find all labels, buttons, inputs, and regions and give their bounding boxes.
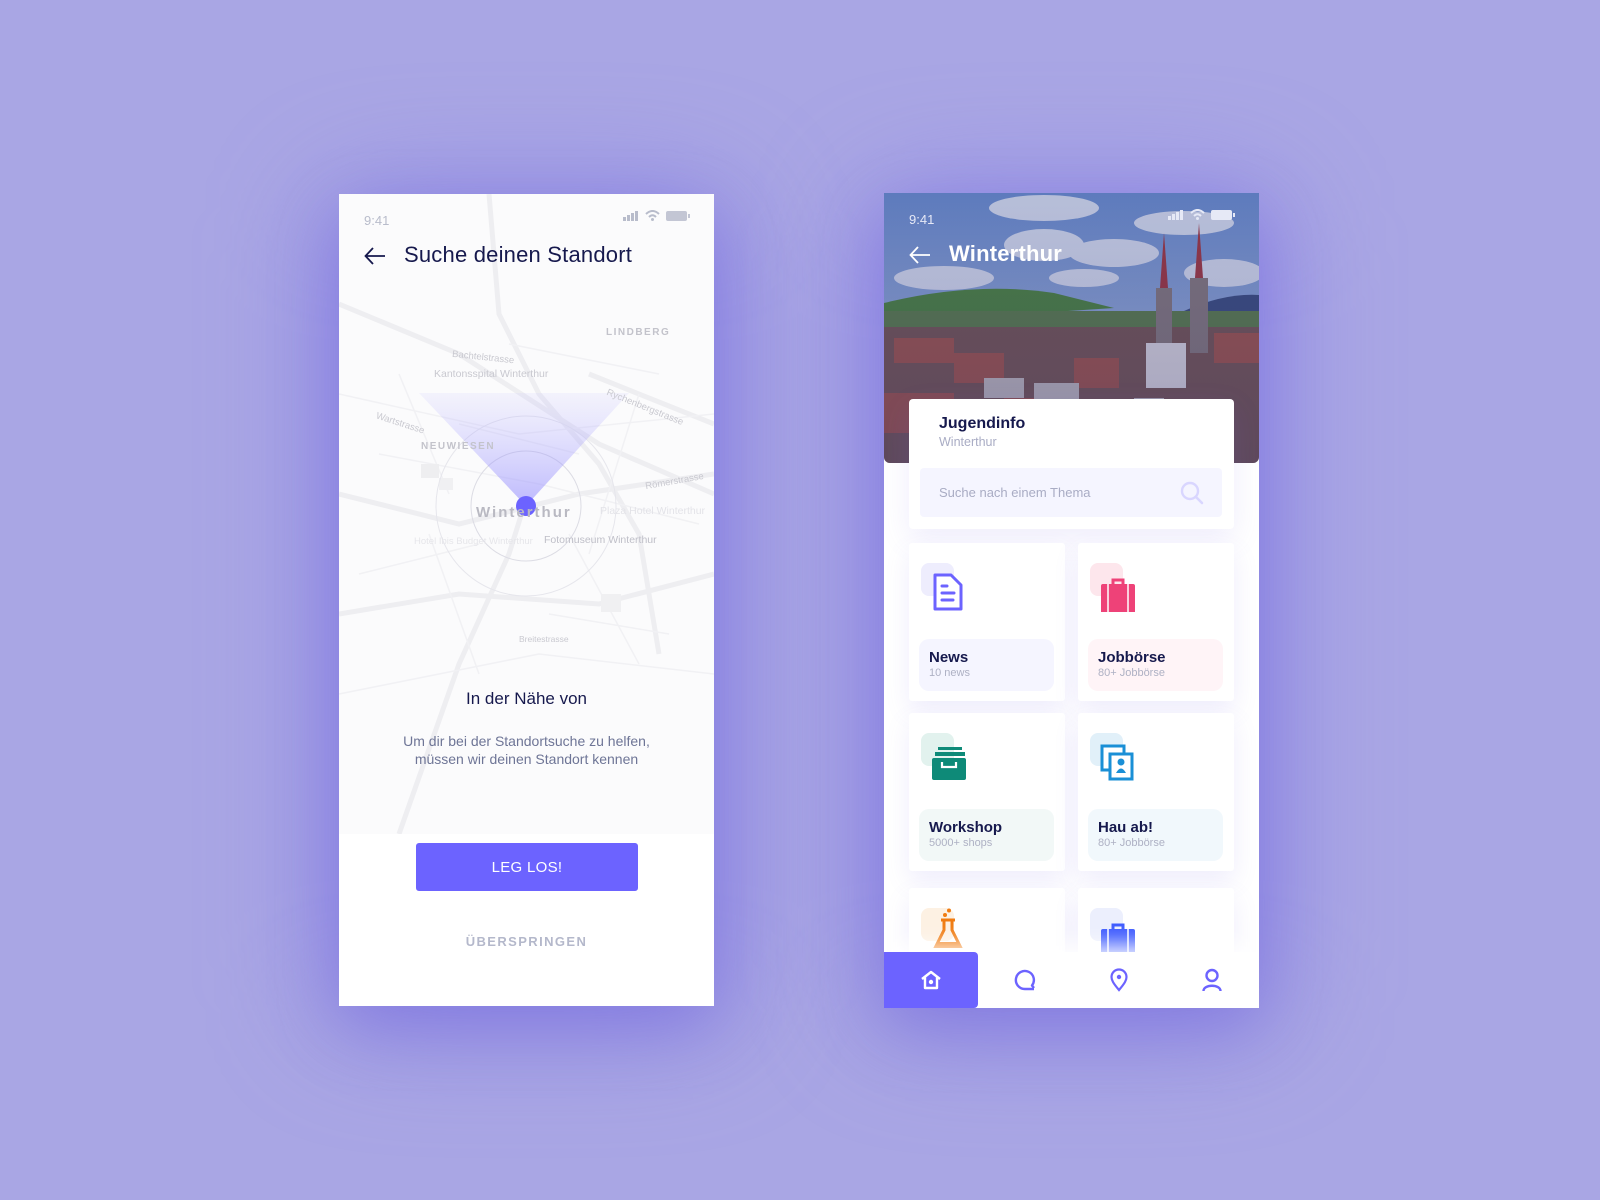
tile-label: Hau ab! 80+ Jobbörse <box>1088 809 1223 861</box>
tile-label: Jobbörse 80+ Jobbörse <box>1088 639 1223 691</box>
home-icon <box>921 970 941 990</box>
nav-chat[interactable] <box>978 952 1072 1008</box>
signal-icon <box>1168 209 1183 220</box>
tile-title: News <box>929 649 969 666</box>
search-field[interactable] <box>920 468 1222 517</box>
map-label: Plaza Hotel Winterthur <box>600 505 706 517</box>
archive-box-icon <box>932 747 966 780</box>
tile-subtitle: 10 news <box>929 667 970 679</box>
nav-profile[interactable] <box>1165 952 1259 1008</box>
wifi-icon <box>1190 209 1205 220</box>
skip-link[interactable]: ÜBERSPRINGEN <box>339 934 714 949</box>
description: Um dir bei der Standortsuche zu helfen, … <box>339 732 714 768</box>
briefcase-icon <box>1101 923 1135 957</box>
tile-jobboerse[interactable]: Jobbörse 80+ Jobbörse <box>1078 543 1234 701</box>
tile-news[interactable]: News 10 news <box>909 543 1065 701</box>
search-input[interactable] <box>920 468 1170 517</box>
back-arrow-icon[interactable] <box>908 243 932 267</box>
chat-icon <box>1014 969 1035 991</box>
start-button[interactable]: LEG LOS! <box>416 843 638 891</box>
tile-hau-ab[interactable]: Hau ab! 80+ Jobbörse <box>1078 713 1234 871</box>
search-icon[interactable] <box>1180 481 1204 505</box>
info-card: Jugendinfo Winterthur <box>909 399 1234 529</box>
tile-title: Workshop <box>929 819 1003 836</box>
nav-location[interactable] <box>1072 952 1166 1008</box>
tile-label: News 10 news <box>919 639 1054 691</box>
tile-subtitle: 80+ Jobbörse <box>1098 667 1165 679</box>
tile-subtitle: 5000+ shops <box>929 837 993 849</box>
briefcase-icon <box>1101 578 1135 612</box>
status-time: 9:41 <box>364 213 390 228</box>
nav-home[interactable] <box>884 952 978 1008</box>
tile-workshop[interactable]: Workshop 5000+ shops <box>909 713 1065 871</box>
battery-icon <box>1211 209 1235 220</box>
map-label: Fotomuseum Winterthur <box>544 534 657 546</box>
location-pin-icon <box>1109 968 1128 992</box>
info-card-title: Jugendinfo <box>939 415 1026 432</box>
map-label: Hotel Ibis Budget Winterthur <box>414 536 533 547</box>
document-icon <box>933 573 963 611</box>
tile-label: Workshop 5000+ shops <box>919 809 1054 861</box>
map-label: Winterthur <box>476 504 572 521</box>
section-heading: In der Nähe von <box>466 689 587 708</box>
signal-icon <box>623 210 638 221</box>
map-label: LINDBERG <box>606 327 671 338</box>
battery-icon <box>666 210 690 221</box>
bottom-navigation <box>884 952 1259 1008</box>
location-screen: LINDBERG Bachtelstrasse Kantonsspital Wi… <box>339 194 714 1006</box>
tile-title: Hau ab! <box>1098 819 1154 836</box>
user-icon <box>1202 968 1222 992</box>
tile-title: Jobbörse <box>1098 649 1166 666</box>
page-title: Winterthur <box>949 241 1063 266</box>
map-label: Kantonsspital Winterthur <box>434 368 549 380</box>
flask-icon <box>933 908 963 948</box>
map-label: Breitestrasse <box>519 634 569 644</box>
wifi-icon <box>645 210 660 221</box>
back-arrow-icon[interactable] <box>363 244 387 268</box>
home-screen: 9:41 Winterthur Jugendinfo Winterthur Ne… <box>884 193 1259 1008</box>
info-card-subtitle: Winterthur <box>939 435 997 449</box>
map-label: NEUWIESEN <box>421 441 496 452</box>
photo-id-icon <box>1100 744 1134 781</box>
description-line: Um dir bei der Standortsuche zu helfen, <box>403 733 650 749</box>
tile-subtitle: 80+ Jobbörse <box>1098 837 1165 849</box>
status-icons <box>623 210 690 221</box>
status-time: 9:41 <box>909 212 935 227</box>
page-title: Suche deinen Standort <box>404 242 633 267</box>
description-line: müssen wir deinen Standort kennen <box>414 751 639 767</box>
status-icons <box>1168 209 1235 220</box>
